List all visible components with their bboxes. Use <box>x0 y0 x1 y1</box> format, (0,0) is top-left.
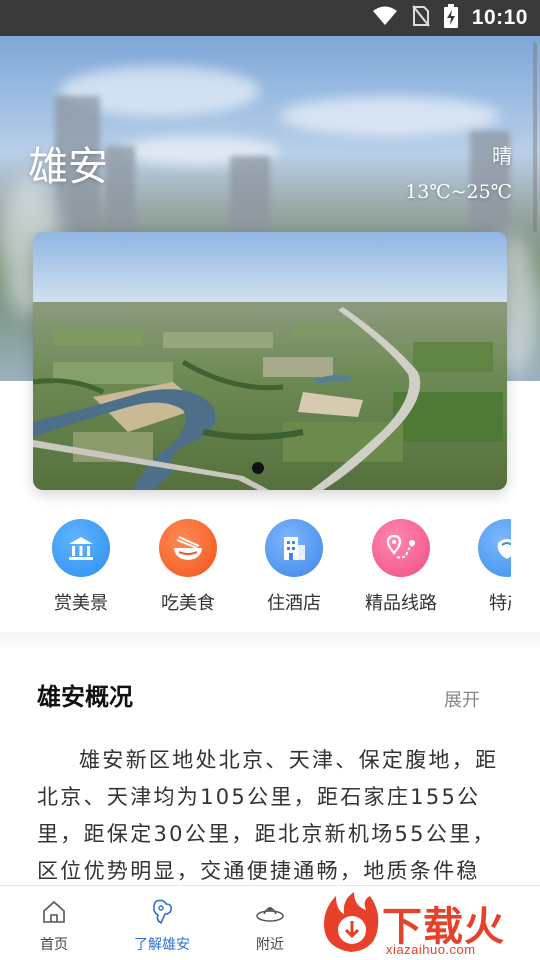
weather-condition: 晴 <box>492 144 512 168</box>
category-food[interactable]: 吃美食 <box>133 519 243 615</box>
landmark-icon <box>52 519 110 577</box>
nav-home[interactable]: 首页 <box>4 898 104 954</box>
no-sim-icon <box>412 5 430 31</box>
watermark-logo: 下载火 xiazaihuo.com <box>318 888 540 960</box>
city-title: 雄安 <box>28 144 108 190</box>
overview-title: 雄安概况 <box>37 683 133 711</box>
category-scenery[interactable]: 赏美景 <box>26 519 136 615</box>
nav-nearby[interactable]: 附近 <box>220 898 320 954</box>
category-label: 精品线路 <box>365 593 437 614</box>
banner-carousel[interactable] <box>33 232 507 490</box>
route-pin-icon <box>372 519 430 577</box>
carousel-indicator-dot[interactable] <box>252 462 264 474</box>
food-bowl-icon <box>159 519 217 577</box>
explore-icon <box>148 899 176 930</box>
nav-about-xiongan[interactable]: 了解雄安 <box>112 898 212 954</box>
battery-charging-icon <box>443 4 458 32</box>
hotel-building-icon <box>265 519 323 577</box>
flame-logo-icon <box>324 892 379 952</box>
expand-button[interactable]: 展开 <box>444 686 480 712</box>
home-icon <box>40 900 68 930</box>
section-divider <box>0 632 540 648</box>
weather-widget: 晴 13℃~25℃ <box>405 140 512 203</box>
category-label: 吃美食 <box>161 593 215 614</box>
watermark-brand-url: xiazaihuo.com <box>386 942 476 957</box>
scrollbar-thumb[interactable] <box>533 42 537 232</box>
category-label: 住酒店 <box>267 593 321 614</box>
category-hotel[interactable]: 住酒店 <box>239 519 349 615</box>
nav-label: 附近 <box>256 937 284 953</box>
category-row: 赏美景 吃美食 住酒店 精品线路 特产 <box>0 505 540 620</box>
overview-text: 雄安新区地处北京、天津、保定腹地，距北京、天津均为105公里，距石家庄155公里… <box>37 748 499 883</box>
category-routes[interactable]: 精品线路 <box>346 519 456 615</box>
wifi-icon <box>372 6 398 30</box>
temperature-range: 13℃~25℃ <box>405 181 512 203</box>
nearby-icon <box>254 907 286 930</box>
status-time: 10:10 <box>471 6 528 29</box>
nav-label: 首页 <box>40 937 68 953</box>
category-label: 赏美景 <box>54 593 108 614</box>
status-bar: 10:10 <box>0 0 540 36</box>
category-row-edge <box>511 505 540 620</box>
aerial-landscape-image <box>33 232 507 490</box>
nav-label: 了解雄安 <box>134 937 190 953</box>
